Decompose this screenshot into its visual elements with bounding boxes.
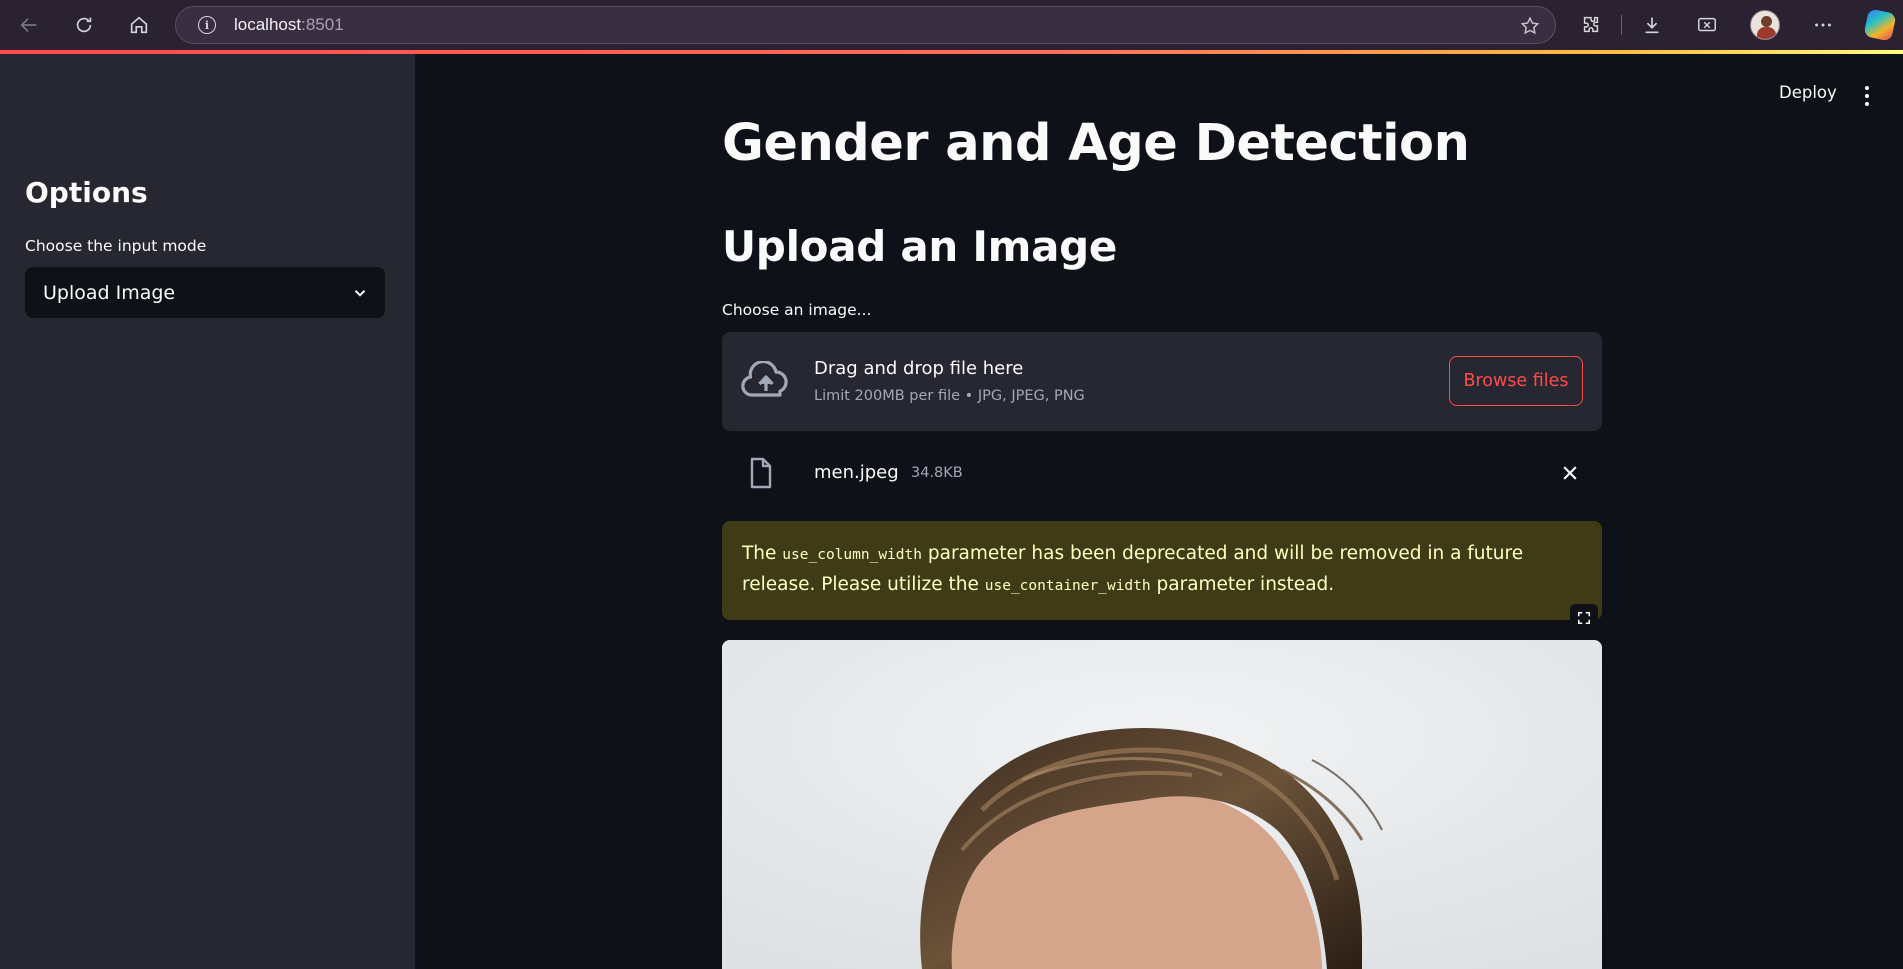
warning-text-3: parameter instead. bbox=[1150, 574, 1335, 595]
avatar-body bbox=[1757, 27, 1776, 39]
back-arrow-icon bbox=[20, 17, 37, 33]
dropzone-limit-text: Limit 200MB per file • JPG, JPEG, PNG bbox=[814, 388, 1085, 404]
input-mode-value: Upload Image bbox=[43, 281, 176, 304]
warning-text-1: The bbox=[742, 543, 783, 564]
uploaded-file-size: 34.8KB bbox=[911, 465, 963, 481]
sidebar-title: Options bbox=[25, 176, 148, 209]
file-dropzone[interactable]: Drag and drop file here Limit 200MB per … bbox=[722, 332, 1602, 431]
favorite-star-icon[interactable] bbox=[1519, 15, 1541, 41]
main-menu-icon[interactable] bbox=[1863, 86, 1871, 106]
fullscreen-button[interactable] bbox=[1570, 604, 1598, 632]
warning-code-1: use_column_width bbox=[782, 547, 922, 563]
main-content: Deploy Gender and Age Detection Upload a… bbox=[415, 54, 1903, 969]
cloud-upload-icon bbox=[741, 359, 791, 405]
avatar-head bbox=[1761, 16, 1772, 27]
section-title: Upload an Image bbox=[722, 222, 1118, 271]
dropzone-title: Drag and drop file here bbox=[814, 358, 1024, 379]
copilot-icon[interactable] bbox=[1863, 8, 1897, 42]
reload-icon bbox=[76, 17, 92, 33]
address-bar[interactable]: i localhost:8501 bbox=[175, 6, 1556, 44]
file-icon bbox=[749, 457, 773, 493]
warning-code-2: use_container_width bbox=[984, 578, 1151, 594]
chevron-down-icon bbox=[354, 290, 366, 297]
profile-avatar[interactable] bbox=[1750, 10, 1780, 40]
portrait-photo bbox=[722, 640, 1602, 969]
browse-files-button[interactable]: Browse files bbox=[1449, 356, 1583, 406]
home-button[interactable] bbox=[112, 0, 166, 50]
browser-toolbar: i localhost:8501 bbox=[0, 0, 1903, 50]
home-icon bbox=[130, 16, 148, 34]
uploaded-file-name: men.jpeg bbox=[814, 462, 899, 483]
info-icon[interactable]: i bbox=[198, 16, 216, 34]
uploaded-file-row: men.jpeg 34.8KB bbox=[722, 452, 1602, 496]
reload-button[interactable] bbox=[57, 0, 111, 50]
input-mode-label: Choose the input mode bbox=[25, 237, 207, 255]
uploaded-image bbox=[722, 640, 1602, 969]
url-host: localhost bbox=[234, 15, 302, 34]
more-icon[interactable] bbox=[1810, 12, 1836, 38]
input-mode-select[interactable]: Upload Image bbox=[25, 267, 385, 318]
uploader-label: Choose an image... bbox=[722, 301, 872, 319]
page-title: Gender and Age Detection bbox=[722, 114, 1470, 173]
toolbar-divider bbox=[1621, 15, 1622, 35]
deploy-button[interactable]: Deploy bbox=[1779, 83, 1837, 102]
url-port: :8501 bbox=[301, 15, 344, 34]
screenshot-icon[interactable] bbox=[1694, 12, 1720, 38]
sidebar: Options Choose the input mode Upload Ima… bbox=[0, 54, 415, 969]
remove-file-icon[interactable] bbox=[1560, 463, 1580, 487]
fullscreen-icon bbox=[1577, 611, 1591, 625]
back-button[interactable] bbox=[2, 0, 56, 50]
extensions-icon[interactable] bbox=[1578, 12, 1604, 38]
deprecation-warning: The use_column_width parameter has been … bbox=[722, 521, 1602, 620]
address-url: localhost:8501 bbox=[234, 15, 344, 35]
download-icon[interactable] bbox=[1639, 12, 1665, 38]
